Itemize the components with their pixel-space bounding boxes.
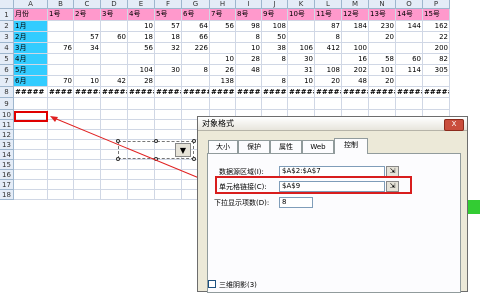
dialog-title: 对象格式: [198, 117, 467, 131]
tab-control[interactable]: 控制: [334, 138, 368, 154]
dropdown-lines-input[interactable]: 8: [279, 197, 313, 208]
cell-link-highlight: [215, 176, 412, 194]
close-icon[interactable]: X: [444, 119, 464, 131]
3d-shading-checkbox[interactable]: [208, 280, 216, 288]
tab-properties[interactable]: 属性: [270, 140, 302, 153]
tab-protection[interactable]: 保护: [238, 140, 270, 153]
dropdown-lines-label: 下拉显示项数(D):: [214, 199, 270, 207]
tab-size[interactable]: 大小: [208, 140, 238, 153]
tab-web[interactable]: Web: [302, 140, 334, 153]
sheet-scroll-marker: [468, 200, 480, 214]
3d-shading-label: 三维阴影(3): [219, 281, 257, 289]
